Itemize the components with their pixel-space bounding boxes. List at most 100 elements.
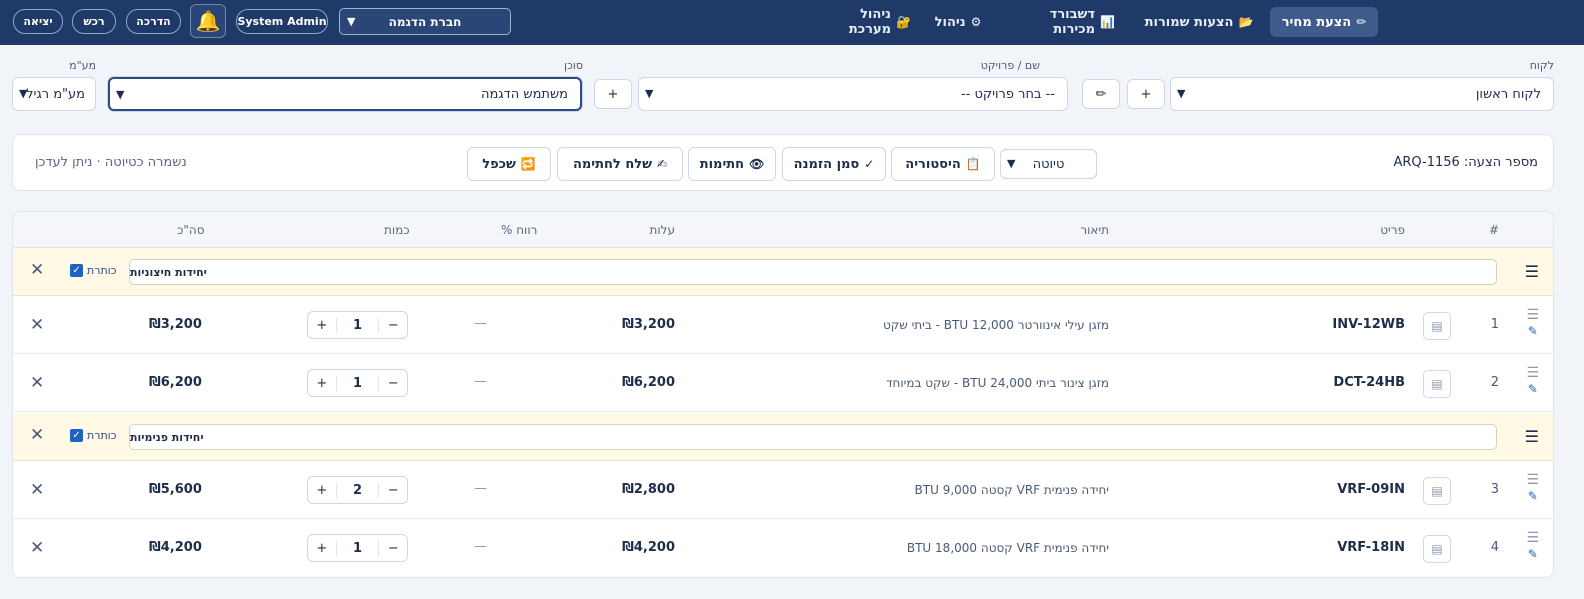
save-status-text: נשמרה כטיוטה · ניתן לעדכן [35,155,187,170]
mark-order-button[interactable]: ✓ סמן הזמנה [782,147,886,181]
row-cost: ₪6,200 [622,375,675,390]
nav-label: דשבורד מכירות [1049,7,1096,37]
decrement-button[interactable]: − [379,376,407,391]
group-title-input[interactable]: יחידות חיצוניות [129,259,1497,285]
document-icon[interactable]: ▤ [1423,477,1451,505]
customer-select[interactable]: ▼ לקוח ראשון [1170,77,1554,111]
remove-group-icon[interactable]: ✕ [30,425,44,445]
checkmark-icon: ✓ [864,157,875,171]
checkbox-checked-icon[interactable]: ✓ [70,429,83,442]
row-cost: ₪4,200 [622,540,675,555]
edit-customer-button[interactable]: ✏ [1082,79,1120,109]
status-select[interactable]: ▼ טיוטה [1000,149,1097,179]
group-header-row: ☰ יחידות חיצוניות כותרת ✓ ✕ [13,248,1553,296]
drag-handle-icon[interactable]: ☰ [1526,366,1539,380]
bell-icon: 🔔 [195,9,221,33]
proposal-number: מספר הצעה: ARQ-1156 [1393,155,1539,170]
header-checkbox[interactable]: כותרת ✓ [70,429,116,442]
pencil-icon[interactable]: ✎ [1528,324,1538,338]
project-select[interactable]: ▼ -- בחר פרויקט -- [638,77,1068,111]
drag-handle-icon[interactable]: ☰ [1526,308,1539,322]
increment-button[interactable]: + [308,483,336,498]
column-header-total: סה"כ [177,223,205,237]
increment-button[interactable]: + [308,318,336,333]
add-project-button[interactable]: + [594,79,632,109]
document-icon[interactable]: ▤ [1423,370,1451,398]
remove-row-icon[interactable]: ✕ [30,373,44,393]
signatures-button[interactable]: 👁 חתימות [688,147,776,181]
duplicate-button-label: שכפל [482,156,516,172]
agent-select-value: משתמש הדגמה [480,86,568,102]
chevron-down-icon: ▼ [347,15,356,28]
checkbox-checked-icon[interactable]: ✓ [70,264,83,277]
group-title-input[interactable]: יחידות פנימיות [129,424,1497,450]
nav-management[interactable]: ⚙ ניהול [932,7,984,37]
quantity-value[interactable]: 1 [335,317,380,333]
document-icon[interactable]: ▤ [1423,535,1451,563]
clipboard-icon: 📋 [965,157,981,171]
column-header-item: פריט [1380,223,1405,237]
remove-row-icon[interactable]: ✕ [30,538,44,558]
nav-system-admin[interactable]: 🔐 ניהול מערכת [815,7,911,37]
decrement-button[interactable]: − [379,541,407,556]
column-header-index: # [1488,223,1499,237]
increment-button[interactable]: + [308,376,336,391]
quantity-value[interactable]: 1 [335,540,380,556]
send-for-signature-button[interactable]: ✍ שלח לחתימה [557,147,683,181]
nav-sales-dashboard[interactable]: 📊 דשבורד מכירות [1005,7,1115,37]
company-select[interactable]: ▼ חברת הדגמה [339,8,511,35]
remove-row-icon[interactable]: ✕ [30,480,44,500]
row-total: ₪5,600 [149,482,202,497]
nav-saved-proposals[interactable]: 📂 הצעות שמורות [1143,7,1255,37]
add-customer-button[interactable]: + [1127,79,1165,109]
customer-label: לקוח [1529,59,1554,72]
user-menu-button[interactable]: System Admin [236,9,328,34]
nav-label: ניהול מערכת [848,7,892,37]
header-checkbox-label: כותרת [87,264,117,277]
header-checkbox[interactable]: כותרת ✓ [70,264,116,277]
quantity-value[interactable]: 1 [335,375,380,391]
drag-handle-icon[interactable]: ☰ [1526,473,1539,487]
table-row: ☰ ✎ 2 ▤ DCT-24HB מזגן צינור ביתי 24,000 … [13,354,1553,412]
row-index: 2 [1490,375,1499,390]
row-description: יחידה פנימית VRF קסטה 9,000 BTU [914,483,1110,497]
vat-select[interactable]: ▼ מע"מ רגיל [12,77,96,111]
nav-label: הצעות שמורות [1144,14,1234,30]
duplicate-button[interactable]: 🔁 שכפל [467,147,551,181]
drag-handle-icon[interactable]: ☰ [1525,427,1539,446]
row-index: 4 [1490,540,1499,555]
drag-handle-icon[interactable]: ☰ [1526,531,1539,545]
drag-handle-icon[interactable]: ☰ [1525,262,1539,281]
decrement-button[interactable]: − [379,318,407,333]
decrement-button[interactable]: − [379,483,407,498]
row-tools: ☰ ✎ [1526,473,1539,503]
nav-price-proposal[interactable]: ✏ הצעת מחיר [1270,7,1378,37]
quantity-stepper: + 1 − [307,311,408,339]
agent-label: סוכן [564,59,583,72]
row-tools: ☰ ✎ [1526,531,1539,561]
logout-button[interactable]: יציאה [13,9,63,34]
company-select-value: חברת הדגמה [388,14,462,29]
pencil-icon[interactable]: ✎ [1528,547,1538,561]
agent-select[interactable]: ▼ משתמש הדגמה [108,77,582,111]
quantity-stepper: + 1 − [307,369,408,397]
guide-button[interactable]: הדרכה [126,9,181,34]
row-tools: ☰ ✎ [1526,308,1539,338]
increment-button[interactable]: + [308,541,336,556]
history-button[interactable]: 📋 היסטוריה [891,147,995,181]
signatures-button-label: חתימות [699,156,745,172]
chevron-down-icon: ▼ [1007,157,1016,170]
column-header-cost: עלות [649,223,676,237]
notifications-bell-button[interactable]: 🔔 [190,4,226,38]
purchase-button[interactable]: רכש [72,9,116,34]
row-cost: ₪3,200 [622,317,675,332]
pencil-icon[interactable]: ✎ [1528,489,1538,503]
document-icon[interactable]: ▤ [1423,312,1451,340]
remove-row-icon[interactable]: ✕ [30,315,44,335]
signing-hand-icon: ✍ [656,157,668,171]
quantity-value[interactable]: 2 [335,482,380,498]
remove-group-icon[interactable]: ✕ [30,260,44,280]
pencil-icon[interactable]: ✎ [1528,382,1538,396]
customer-select-value: לקוח ראשון [1475,86,1541,102]
status-select-value: טיוטה [1032,156,1065,172]
